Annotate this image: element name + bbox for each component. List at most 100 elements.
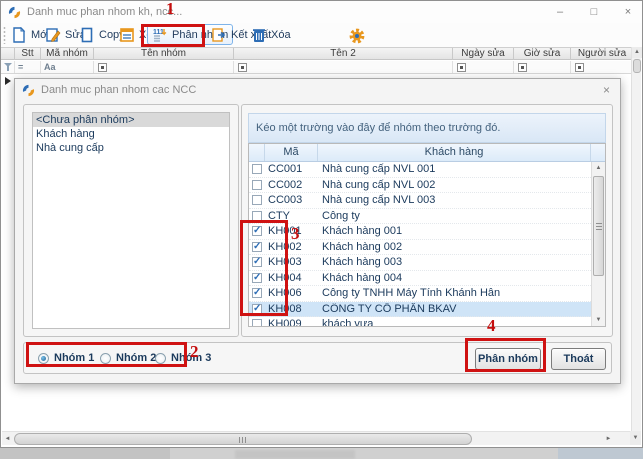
table-row[interactable]: CC001Nhà cung cấp NVL 001 bbox=[249, 162, 591, 178]
grid-column-ma-nhom[interactable]: Mã nhóm bbox=[41, 48, 94, 60]
row-checkbox[interactable] bbox=[252, 319, 262, 326]
group-listbox[interactable]: <Chưa phân nhóm> Khách hàng Nhà cung cấp bbox=[32, 112, 230, 329]
gear-icon bbox=[349, 28, 365, 44]
group-icon: 111 bbox=[152, 27, 168, 43]
group-list-panel: <Chưa phân nhóm> Khách hàng Nhà cung cấp bbox=[23, 104, 239, 337]
row-checkbox[interactable] bbox=[252, 257, 262, 267]
row-marker-icon bbox=[5, 77, 11, 85]
radio-dot bbox=[155, 353, 166, 364]
view-icon bbox=[119, 27, 135, 43]
maximize-icon[interactable]: □ bbox=[588, 6, 600, 18]
table-row[interactable]: KH002Khách hàng 002 bbox=[249, 240, 591, 256]
grid-column-gio-sua[interactable]: Giờ sửa bbox=[514, 48, 571, 60]
grid-filter-row: = Aa bbox=[1, 61, 634, 74]
filter-checkbox-icon[interactable] bbox=[98, 63, 107, 72]
row-checkbox[interactable] bbox=[252, 211, 262, 221]
row-checkbox[interactable] bbox=[252, 226, 262, 236]
scroll-up-icon[interactable]: ▲ bbox=[592, 162, 605, 174]
main-titlebar: Danh muc phan nhom kh, ncc... – □ × bbox=[1, 1, 642, 23]
row-checkbox[interactable] bbox=[252, 242, 262, 252]
table-row[interactable]: KH009khách vựa bbox=[249, 317, 591, 326]
filter-aa-icon[interactable]: Aa bbox=[44, 61, 56, 73]
table-row[interactable]: CC002Nhà cung cấp NVL 002 bbox=[249, 178, 591, 194]
scroll-grip bbox=[239, 437, 248, 443]
phan-nhom-button[interactable]: Phân nhóm bbox=[475, 348, 541, 370]
toolbar-label: Xóa bbox=[271, 29, 291, 41]
dialog-logo-icon bbox=[22, 84, 35, 97]
app-logo-icon bbox=[8, 6, 21, 19]
radio-nhom-1[interactable]: Nhóm 1 bbox=[38, 352, 94, 364]
dialog-titlebar: Danh muc phan nhom cac NCC × bbox=[15, 79, 620, 101]
customer-table: Mã Khách hàng CC001Nhà cung cấp NVL 001 … bbox=[248, 143, 606, 327]
table-column-ma[interactable]: Mã bbox=[265, 144, 318, 161]
main-horizontal-scrollbar[interactable]: ◄ ► bbox=[2, 431, 631, 445]
group-by-hint: Kéo một trường vào đây để nhóm theo trườ… bbox=[256, 122, 500, 134]
table-row[interactable]: CTYCông ty bbox=[249, 209, 591, 225]
main-toolbar: Mới Sửa Copy Xem 111 Phân nhóm Kết xuất bbox=[1, 23, 642, 47]
group-by-dropzone[interactable]: Kéo một trường vào đây để nhóm theo trườ… bbox=[248, 113, 606, 143]
table-row[interactable]: KH006Công ty TNHH Máy Tính Khánh Hân bbox=[249, 286, 591, 302]
minimize-icon[interactable]: – bbox=[554, 6, 566, 18]
table-row[interactable]: KH001Khách hàng 001 bbox=[249, 224, 591, 240]
table-row[interactable]: KH003Khách hàng 003 bbox=[249, 255, 591, 271]
table-column-khach-hang[interactable]: Khách hàng bbox=[318, 144, 591, 161]
group-list-item[interactable]: <Chưa phân nhóm> bbox=[33, 113, 229, 127]
table-row[interactable]: CC003Nhà cung cấp NVL 003 bbox=[249, 193, 591, 209]
new-document-icon bbox=[11, 27, 27, 43]
screenshot-root: Danh muc phan nhom kh, ncc... – □ × Mới … bbox=[0, 0, 643, 459]
scroll-thumb[interactable] bbox=[593, 176, 604, 276]
dialog-title: Danh muc phan nhom cac NCC bbox=[41, 84, 196, 96]
filter-checkbox-icon[interactable] bbox=[238, 63, 247, 72]
group-list-item[interactable]: Khách hàng bbox=[33, 127, 229, 141]
row-checkbox[interactable] bbox=[252, 273, 262, 283]
grid-column-ngay-sua[interactable]: Ngày sửa bbox=[453, 48, 514, 60]
row-checkbox[interactable] bbox=[252, 304, 262, 314]
table-row[interactable]: KH004Khách hàng 004 bbox=[249, 271, 591, 287]
dialog-footer-panel: Nhóm 1 Nhóm 2 Nhóm 3 Phân nhóm Thoát bbox=[23, 342, 612, 374]
radio-dot bbox=[38, 353, 49, 364]
grid-column-nguoi-sua[interactable]: Người sửa bbox=[571, 48, 634, 60]
scroll-left-icon[interactable]: ◄ bbox=[2, 433, 13, 445]
scroll-down-icon[interactable]: ▼ bbox=[630, 431, 641, 445]
edit-icon bbox=[45, 27, 61, 43]
scroll-down-icon[interactable]: ▼ bbox=[592, 314, 605, 326]
radio-nhom-2[interactable]: Nhóm 2 bbox=[100, 352, 156, 364]
grid-column-stt[interactable]: Stt bbox=[15, 48, 41, 60]
table-column-checkbox bbox=[249, 144, 265, 161]
table-header-spacer bbox=[591, 144, 605, 161]
radio-dot bbox=[100, 353, 111, 364]
scroll-up-icon[interactable]: ▲ bbox=[632, 47, 642, 58]
scroll-right-icon[interactable]: ► bbox=[603, 433, 614, 445]
filter-checkbox-icon[interactable] bbox=[575, 63, 584, 72]
filter-equals-icon[interactable]: = bbox=[18, 61, 23, 73]
scroll-thumb[interactable] bbox=[14, 433, 472, 445]
grid-column-ten-nhom[interactable]: Tên nhóm bbox=[94, 48, 234, 60]
close-icon[interactable]: × bbox=[622, 6, 634, 18]
row-checkbox[interactable] bbox=[252, 195, 262, 205]
filter-checkbox-icon[interactable] bbox=[457, 63, 466, 72]
group-list-item[interactable]: Nhà cung cấp bbox=[33, 141, 229, 155]
delete-button[interactable]: Xóa bbox=[246, 24, 296, 45]
filter-checkbox-icon[interactable] bbox=[518, 63, 527, 72]
table-vertical-scrollbar[interactable]: ▲ ▼ bbox=[591, 162, 605, 326]
customer-table-panel: Kéo một trường vào đây để nhóm theo trườ… bbox=[241, 104, 613, 337]
copy-icon bbox=[79, 27, 95, 43]
settings-button[interactable] bbox=[344, 25, 370, 46]
row-checkbox[interactable] bbox=[252, 288, 262, 298]
main-window-title: Danh muc phan nhom kh, ncc... bbox=[27, 6, 182, 18]
thoat-button[interactable]: Thoát bbox=[551, 348, 606, 370]
grid-header-row: Stt Mã nhóm Tên nhóm Tên 2 Ngày sửa Giờ … bbox=[1, 47, 634, 60]
main-vertical-scrollbar[interactable]: ▲ bbox=[631, 47, 641, 432]
row-checkbox[interactable] bbox=[252, 180, 262, 190]
row-checkbox[interactable] bbox=[252, 164, 262, 174]
table-row[interactable]: KH008CÔNG TY CỔ PHẦN BKAV bbox=[249, 302, 591, 318]
export-icon bbox=[211, 27, 227, 43]
phan-nhom-dialog: Danh muc phan nhom cac NCC × <Chưa phân … bbox=[14, 78, 621, 384]
dialog-close-icon[interactable]: × bbox=[603, 83, 610, 97]
grid-column-ten-2[interactable]: Tên 2 bbox=[234, 48, 453, 60]
table-header-row: Mã Khách hàng bbox=[249, 144, 605, 162]
radio-nhom-3[interactable]: Nhóm 3 bbox=[155, 352, 211, 364]
scroll-thumb[interactable] bbox=[633, 59, 641, 73]
grid-corner-cell bbox=[1, 48, 15, 60]
filter-funnel-icon[interactable] bbox=[4, 63, 13, 72]
